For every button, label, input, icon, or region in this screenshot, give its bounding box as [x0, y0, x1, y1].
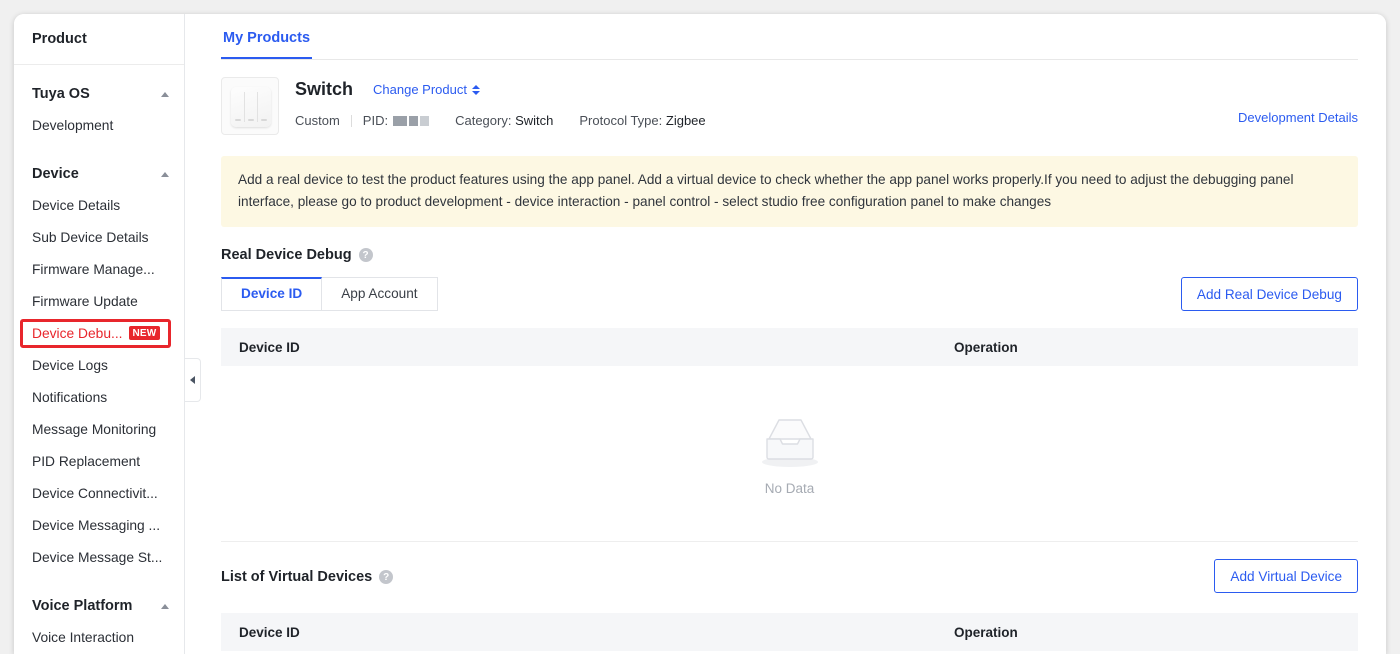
sidebar-item-pid-replacement[interactable]: PID Replacement [14, 446, 184, 478]
info-banner: Add a real device to test the product fe… [221, 156, 1358, 227]
protocol-label: Protocol Type: [579, 113, 663, 128]
sidebar-item-device-logs[interactable]: Device Logs [14, 350, 184, 382]
protocol-value: Zigbee [665, 113, 706, 128]
pid-label: PID: [362, 113, 389, 128]
sidebar-item-label: Message Monitoring [32, 422, 157, 437]
category-field: Category: Switch [455, 113, 553, 128]
empty-inbox-icon [761, 418, 818, 467]
add-virtual-device-button[interactable]: Add Virtual Device [1214, 559, 1358, 593]
sort-updown-icon [471, 84, 480, 95]
sidebar: Product Tuya OS Development Device Devic… [14, 14, 185, 654]
empty-state-text: No Data [764, 480, 815, 496]
sidebar-item-label: Device Messaging ... [32, 518, 161, 533]
sidebar-group-device[interactable]: Device [14, 158, 184, 190]
real-device-debug-title: Real Device Debug ? [221, 247, 1358, 263]
sidebar-group-label: Voice Platform [32, 598, 133, 614]
tab-label: App Account [341, 286, 418, 301]
sidebar-item-device-message-statistics[interactable]: Device Message St... [14, 542, 184, 574]
real-device-debug-tabs: Device ID App Account [221, 277, 438, 311]
sidebar-item-device-connectivity[interactable]: Device Connectivit... [14, 478, 184, 510]
sidebar-item-label: Device Connectivit... [32, 486, 158, 501]
sidebar-item-label: Device Debu... [32, 326, 123, 341]
sidebar-group-voice-platform[interactable]: Voice Platform [14, 590, 184, 622]
sidebar-item-firmware-update[interactable]: Firmware Update [14, 286, 184, 318]
sidebar-item-voice-interaction[interactable]: Voice Interaction [14, 622, 184, 654]
new-badge: NEW [128, 326, 161, 340]
sidebar-item-label: Voice Interaction [32, 630, 135, 645]
empty-state: No Data [221, 366, 1358, 542]
sidebar-item-label: Firmware Manage... [32, 262, 155, 277]
product-name: Switch [295, 79, 354, 99]
section-title-label: List of Virtual Devices [221, 569, 373, 585]
change-product-label: Change Product [373, 82, 467, 97]
sidebar-item-device-details[interactable]: Device Details [14, 190, 184, 222]
sidebar-group-label: Device [32, 166, 79, 182]
column-header-device-id: Device ID [239, 339, 300, 355]
sidebar-item-label: Device Message St... [32, 550, 163, 565]
column-header-operation: Operation [954, 339, 1018, 355]
divider [350, 114, 352, 127]
switch-image [231, 87, 271, 127]
tab-label: Device ID [241, 286, 303, 301]
sidebar-item-label: Firmware Update [32, 294, 138, 309]
sidebar-item-label: Development [32, 118, 114, 133]
sidebar-item-notifications[interactable]: Notifications [14, 382, 184, 414]
sidebar-item-device-messaging[interactable]: Device Messaging ... [14, 510, 184, 542]
column-header-operation: Operation [954, 624, 1018, 640]
section-title-label: Real Device Debug [221, 247, 352, 263]
table-header-row: Device ID Operation [221, 328, 1358, 366]
sidebar-collapse-handle[interactable] [185, 358, 201, 402]
product-thumbnail [221, 77, 279, 135]
category-value: Switch [515, 113, 554, 128]
sidebar-item-sub-device-details[interactable]: Sub Device Details [14, 222, 184, 254]
sidebar-item-label: Notifications [32, 390, 108, 405]
chevron-up-icon [161, 171, 169, 177]
sidebar-group-label: Tuya OS [32, 86, 90, 102]
real-device-debug-toolbar: Device ID App Account Add Real Device De… [221, 277, 1358, 311]
sidebar-item-label: Device Logs [32, 358, 108, 373]
pid-value-redacted [393, 115, 430, 126]
change-product-button[interactable]: Change Product [373, 82, 480, 97]
sidebar-item-label: Sub Device Details [32, 230, 149, 245]
sidebar-title: Product [14, 14, 184, 65]
table-header-row: Device ID Operation [221, 613, 1358, 651]
tab-app-account[interactable]: App Account [322, 277, 438, 311]
product-type: Custom [295, 113, 340, 128]
virtual-devices-table: Device ID Operation [221, 613, 1358, 651]
sidebar-item-label: PID Replacement [32, 454, 141, 469]
sidebar-item-firmware-management[interactable]: Firmware Manage... [14, 254, 184, 286]
protocol-field: Protocol Type: Zigbee [579, 113, 705, 128]
development-details-link[interactable]: Development Details [1238, 110, 1358, 125]
product-meta: Custom PID: Category: Switch Protocol Ty… [295, 113, 706, 128]
sidebar-item-message-monitoring[interactable]: Message Monitoring [14, 414, 184, 446]
top-tabs: My Products [221, 14, 1358, 60]
chevron-left-icon [190, 376, 195, 384]
tab-my-products[interactable]: My Products [221, 30, 313, 59]
sidebar-item-label: Device Details [32, 198, 121, 213]
real-device-debug-table: Device ID Operation No Data [221, 328, 1358, 542]
tab-label: My Products [223, 30, 311, 46]
main-content: My Products Switch Change Product Custom… [185, 14, 1386, 654]
app-window: Product Tuya OS Development Device Devic… [14, 14, 1386, 654]
category-label: Category: [455, 113, 512, 128]
add-real-device-debug-button[interactable]: Add Real Device Debug [1180, 277, 1358, 311]
chevron-up-icon [161, 603, 169, 609]
question-mark-icon[interactable]: ? [358, 248, 373, 262]
column-header-device-id: Device ID [239, 624, 300, 640]
sidebar-group-tuya-os[interactable]: Tuya OS [14, 78, 184, 110]
product-header: Switch Change Product Custom PID: Catego… [221, 60, 1358, 135]
sidebar-scroll: Tuya OS Development Device Device Detail… [14, 65, 184, 654]
chevron-up-icon [161, 91, 169, 97]
tab-device-id[interactable]: Device ID [221, 277, 323, 311]
sidebar-item-device-debugging[interactable]: Device Debu... NEW [14, 318, 184, 350]
sidebar-item-development[interactable]: Development [14, 110, 184, 142]
